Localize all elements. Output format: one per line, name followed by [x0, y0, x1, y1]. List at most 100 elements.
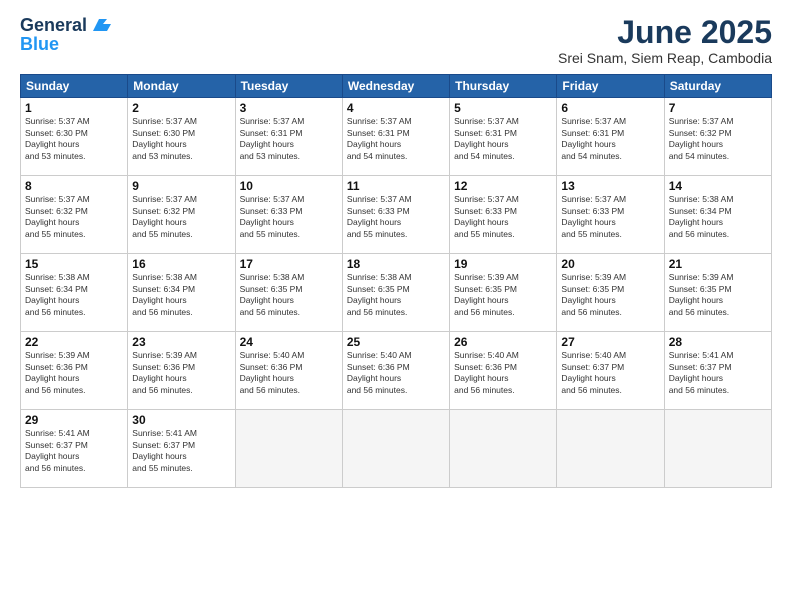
calendar-row: 1 Sunrise: 5:37 AM Sunset: 6:30 PM Dayli…: [21, 98, 772, 176]
day-info: Sunrise: 5:37 AM Sunset: 6:33 PM Dayligh…: [240, 194, 338, 240]
page: General Blue June 2025 Srei Snam, Siem R…: [0, 0, 792, 612]
day-number: 21: [669, 257, 767, 271]
day-info: Sunrise: 5:41 AM Sunset: 6:37 PM Dayligh…: [25, 428, 123, 474]
day-info: Sunrise: 5:37 AM Sunset: 6:31 PM Dayligh…: [454, 116, 552, 162]
col-thursday: Thursday: [450, 75, 557, 98]
calendar-cell: 14 Sunrise: 5:38 AM Sunset: 6:34 PM Dayl…: [664, 176, 771, 254]
day-number: 14: [669, 179, 767, 193]
logo-icon: [89, 19, 111, 33]
calendar-row: 22 Sunrise: 5:39 AM Sunset: 6:36 PM Dayl…: [21, 332, 772, 410]
calendar-cell: 18 Sunrise: 5:38 AM Sunset: 6:35 PM Dayl…: [342, 254, 449, 332]
day-number: 18: [347, 257, 445, 271]
calendar-table: Sunday Monday Tuesday Wednesday Thursday…: [20, 74, 772, 488]
day-info: Sunrise: 5:37 AM Sunset: 6:31 PM Dayligh…: [561, 116, 659, 162]
calendar-row: 8 Sunrise: 5:37 AM Sunset: 6:32 PM Dayli…: [21, 176, 772, 254]
col-monday: Monday: [128, 75, 235, 98]
day-number: 28: [669, 335, 767, 349]
day-info: Sunrise: 5:38 AM Sunset: 6:35 PM Dayligh…: [347, 272, 445, 318]
day-info: Sunrise: 5:40 AM Sunset: 6:36 PM Dayligh…: [454, 350, 552, 396]
calendar-cell: 6 Sunrise: 5:37 AM Sunset: 6:31 PM Dayli…: [557, 98, 664, 176]
day-number: 1: [25, 101, 123, 115]
calendar-cell: 22 Sunrise: 5:39 AM Sunset: 6:36 PM Dayl…: [21, 332, 128, 410]
calendar-cell: [450, 410, 557, 488]
calendar-cell: [235, 410, 342, 488]
calendar-cell: 7 Sunrise: 5:37 AM Sunset: 6:32 PM Dayli…: [664, 98, 771, 176]
day-info: Sunrise: 5:37 AM Sunset: 6:32 PM Dayligh…: [25, 194, 123, 240]
calendar-cell: [342, 410, 449, 488]
calendar-cell: 16 Sunrise: 5:38 AM Sunset: 6:34 PM Dayl…: [128, 254, 235, 332]
day-info: Sunrise: 5:40 AM Sunset: 6:36 PM Dayligh…: [347, 350, 445, 396]
day-info: Sunrise: 5:38 AM Sunset: 6:34 PM Dayligh…: [669, 194, 767, 240]
calendar-cell: 26 Sunrise: 5:40 AM Sunset: 6:36 PM Dayl…: [450, 332, 557, 410]
calendar-row: 29 Sunrise: 5:41 AM Sunset: 6:37 PM Dayl…: [21, 410, 772, 488]
day-number: 20: [561, 257, 659, 271]
day-info: Sunrise: 5:39 AM Sunset: 6:35 PM Dayligh…: [561, 272, 659, 318]
calendar-cell: 12 Sunrise: 5:37 AM Sunset: 6:33 PM Dayl…: [450, 176, 557, 254]
day-number: 24: [240, 335, 338, 349]
title-block: June 2025 Srei Snam, Siem Reap, Cambodia: [558, 15, 772, 66]
day-number: 16: [132, 257, 230, 271]
col-sunday: Sunday: [21, 75, 128, 98]
calendar-cell: 9 Sunrise: 5:37 AM Sunset: 6:32 PM Dayli…: [128, 176, 235, 254]
calendar-cell: 25 Sunrise: 5:40 AM Sunset: 6:36 PM Dayl…: [342, 332, 449, 410]
day-number: 13: [561, 179, 659, 193]
calendar-cell: 30 Sunrise: 5:41 AM Sunset: 6:37 PM Dayl…: [128, 410, 235, 488]
col-tuesday: Tuesday: [235, 75, 342, 98]
calendar-cell: 17 Sunrise: 5:38 AM Sunset: 6:35 PM Dayl…: [235, 254, 342, 332]
day-number: 17: [240, 257, 338, 271]
calendar-cell: 4 Sunrise: 5:37 AM Sunset: 6:31 PM Dayli…: [342, 98, 449, 176]
day-number: 15: [25, 257, 123, 271]
day-info: Sunrise: 5:37 AM Sunset: 6:33 PM Dayligh…: [347, 194, 445, 240]
calendar-cell: 27 Sunrise: 5:40 AM Sunset: 6:37 PM Dayl…: [557, 332, 664, 410]
col-friday: Friday: [557, 75, 664, 98]
day-number: 30: [132, 413, 230, 427]
day-info: Sunrise: 5:39 AM Sunset: 6:35 PM Dayligh…: [669, 272, 767, 318]
day-info: Sunrise: 5:37 AM Sunset: 6:32 PM Dayligh…: [132, 194, 230, 240]
day-info: Sunrise: 5:38 AM Sunset: 6:34 PM Dayligh…: [25, 272, 123, 318]
calendar-cell: 19 Sunrise: 5:39 AM Sunset: 6:35 PM Dayl…: [450, 254, 557, 332]
day-info: Sunrise: 5:39 AM Sunset: 6:35 PM Dayligh…: [454, 272, 552, 318]
calendar-cell: 11 Sunrise: 5:37 AM Sunset: 6:33 PM Dayl…: [342, 176, 449, 254]
calendar-cell: 24 Sunrise: 5:40 AM Sunset: 6:36 PM Dayl…: [235, 332, 342, 410]
day-info: Sunrise: 5:37 AM Sunset: 6:30 PM Dayligh…: [25, 116, 123, 162]
calendar-cell: 20 Sunrise: 5:39 AM Sunset: 6:35 PM Dayl…: [557, 254, 664, 332]
logo: General Blue: [20, 15, 111, 55]
day-info: Sunrise: 5:41 AM Sunset: 6:37 PM Dayligh…: [669, 350, 767, 396]
day-info: Sunrise: 5:37 AM Sunset: 6:30 PM Dayligh…: [132, 116, 230, 162]
day-info: Sunrise: 5:40 AM Sunset: 6:36 PM Dayligh…: [240, 350, 338, 396]
day-number: 7: [669, 101, 767, 115]
calendar-row: 15 Sunrise: 5:38 AM Sunset: 6:34 PM Dayl…: [21, 254, 772, 332]
logo-general: General: [20, 15, 87, 36]
calendar-cell: 29 Sunrise: 5:41 AM Sunset: 6:37 PM Dayl…: [21, 410, 128, 488]
day-number: 11: [347, 179, 445, 193]
calendar-header-row: Sunday Monday Tuesday Wednesday Thursday…: [21, 75, 772, 98]
calendar-cell: [557, 410, 664, 488]
day-number: 8: [25, 179, 123, 193]
calendar-cell: 8 Sunrise: 5:37 AM Sunset: 6:32 PM Dayli…: [21, 176, 128, 254]
day-number: 9: [132, 179, 230, 193]
col-wednesday: Wednesday: [342, 75, 449, 98]
calendar-cell: 21 Sunrise: 5:39 AM Sunset: 6:35 PM Dayl…: [664, 254, 771, 332]
calendar-cell: 1 Sunrise: 5:37 AM Sunset: 6:30 PM Dayli…: [21, 98, 128, 176]
day-info: Sunrise: 5:37 AM Sunset: 6:32 PM Dayligh…: [669, 116, 767, 162]
day-number: 12: [454, 179, 552, 193]
col-saturday: Saturday: [664, 75, 771, 98]
day-number: 25: [347, 335, 445, 349]
calendar-cell: 3 Sunrise: 5:37 AM Sunset: 6:31 PM Dayli…: [235, 98, 342, 176]
day-number: 19: [454, 257, 552, 271]
calendar-cell: 23 Sunrise: 5:39 AM Sunset: 6:36 PM Dayl…: [128, 332, 235, 410]
day-number: 5: [454, 101, 552, 115]
day-info: Sunrise: 5:38 AM Sunset: 6:35 PM Dayligh…: [240, 272, 338, 318]
calendar-cell: 15 Sunrise: 5:38 AM Sunset: 6:34 PM Dayl…: [21, 254, 128, 332]
day-info: Sunrise: 5:37 AM Sunset: 6:33 PM Dayligh…: [561, 194, 659, 240]
header: General Blue June 2025 Srei Snam, Siem R…: [20, 15, 772, 66]
day-number: 27: [561, 335, 659, 349]
day-number: 29: [25, 413, 123, 427]
day-number: 6: [561, 101, 659, 115]
day-number: 2: [132, 101, 230, 115]
day-info: Sunrise: 5:41 AM Sunset: 6:37 PM Dayligh…: [132, 428, 230, 474]
day-number: 4: [347, 101, 445, 115]
day-number: 26: [454, 335, 552, 349]
day-number: 10: [240, 179, 338, 193]
calendar-cell: [664, 410, 771, 488]
